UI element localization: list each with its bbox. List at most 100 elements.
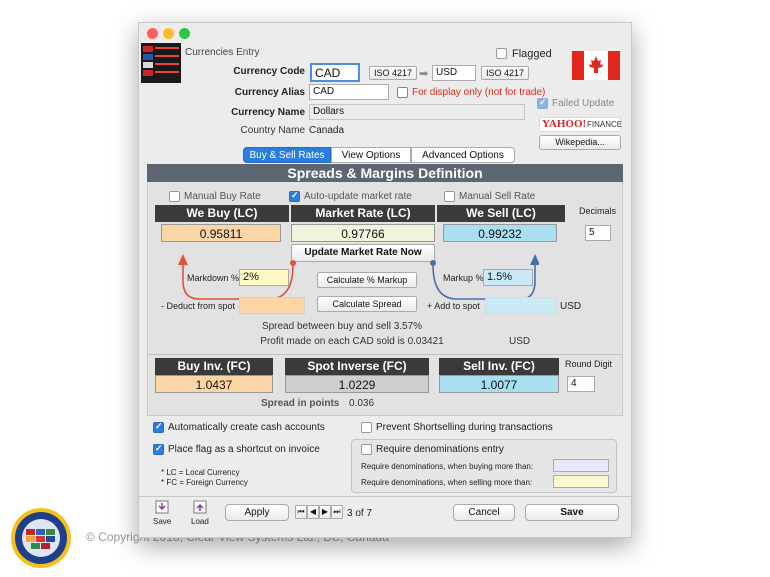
add-to-spot-label: + Add to spot — [427, 301, 480, 311]
footer-divider — [139, 496, 631, 497]
arrow-right-icon: ➡ — [419, 68, 429, 80]
apply-button[interactable]: Apply — [225, 504, 289, 521]
display-only-checkbox[interactable] — [397, 87, 408, 98]
place-flag-label: Place flag as a shortcut on invoice — [168, 444, 320, 455]
iso-4217-button-1[interactable]: ISO 4217 — [369, 66, 417, 80]
previous-record-icon[interactable]: ◀ — [307, 505, 319, 519]
buy-inverse-header: Buy Inv. (FC) — [155, 358, 273, 375]
flagged-label: Flagged — [512, 48, 552, 60]
save-button[interactable]: Save — [525, 504, 619, 521]
spread-points-label: Spread in points — [261, 398, 340, 409]
auto-cash-accounts-checkbox[interactable] — [153, 421, 164, 433]
load-upload-icon[interactable] — [193, 500, 207, 514]
currency-alias-input[interactable]: CAD — [309, 84, 389, 100]
add-to-spot-unit: USD — [560, 301, 582, 312]
wikipedia-button[interactable]: Wikepedia... — [539, 135, 621, 150]
currencies-entry-window: Currencies Entry Flagged Currency Code C… — [138, 22, 632, 538]
denoms-buying-label: Require denominations, when buying more … — [361, 462, 534, 471]
we-sell-value[interactable]: 0.99232 — [443, 224, 557, 242]
yahoo-logo-text: YAHOO! — [542, 118, 587, 130]
profit-text: Profit made on each CAD sold is 0.03421 — [260, 336, 444, 347]
cancel-button[interactable]: Cancel — [453, 504, 515, 521]
window-title: Currencies Entry — [185, 47, 260, 58]
canada-flag-icon[interactable] — [572, 51, 620, 80]
country-name-value: Canada — [309, 125, 345, 136]
calculate-markup-button[interactable]: Calculate % Markup — [317, 272, 417, 288]
prevent-shortselling-checkbox[interactable] — [361, 422, 372, 433]
minimize-window-button[interactable] — [163, 28, 174, 39]
auto-update-checkbox[interactable] — [289, 190, 300, 202]
currency-name-input[interactable]: Dollars — [309, 104, 525, 120]
spread-percentage-text: Spread between buy and sell 3.57% — [261, 321, 423, 332]
market-rate-header: Market Rate (LC) — [291, 205, 435, 222]
we-buy-value[interactable]: 0.95811 — [161, 224, 281, 242]
record-position: 3 of 7 — [347, 508, 373, 519]
load-icon-label: Load — [191, 517, 209, 526]
fc-note: * FC = Foreign Currency — [161, 478, 248, 487]
section-title: Spreads & Margins Definition — [147, 164, 623, 182]
decimals-label: Decimals — [579, 206, 617, 216]
close-window-button[interactable] — [147, 28, 158, 39]
require-denominations-label: Require denominations entry — [376, 444, 504, 455]
deduct-from-spot-input[interactable] — [239, 297, 305, 314]
add-to-spot-input[interactable] — [485, 297, 557, 314]
failed-update-label: Failed Update — [552, 98, 615, 109]
place-flag-checkbox[interactable] — [153, 443, 164, 455]
section-divider — [147, 354, 623, 355]
buy-inverse-value[interactable]: 1.0437 — [155, 375, 273, 393]
last-record-icon[interactable]: ⏭ — [331, 505, 343, 519]
spot-inverse-value[interactable]: 1.0229 — [285, 375, 429, 393]
lc-note: * LC = Local Currency — [161, 468, 240, 477]
round-digit-input[interactable]: 4 — [567, 376, 595, 392]
currency-name-label: Currency Name — [231, 107, 305, 118]
iso-4217-button-2[interactable]: ISO 4217 — [481, 66, 529, 80]
auto-update-label: Auto-update market rate — [304, 191, 412, 202]
currency-board-icon — [141, 43, 181, 83]
flagged-checkbox[interactable] — [496, 48, 507, 59]
denoms-selling-input[interactable] — [553, 475, 609, 488]
next-record-icon[interactable]: ▶ — [319, 505, 331, 519]
markdown-label: Markdown % — [187, 273, 240, 283]
finance-logo-text: FINANCE — [587, 120, 623, 129]
markdown-input[interactable]: 2% — [239, 269, 289, 286]
company-seal-logo — [10, 507, 72, 569]
spot-inverse-header: Spot Inverse (FC) — [285, 358, 429, 375]
profit-unit: USD — [509, 336, 531, 347]
display-only-label: For display only (not for trade) — [412, 87, 546, 98]
markup-input[interactable]: 1.5% — [483, 269, 533, 286]
currency-alias-label: Currency Alias — [234, 87, 305, 98]
currency-code-label: Currency Code — [233, 66, 305, 77]
zoom-window-button[interactable] — [179, 28, 190, 39]
sell-inverse-value[interactable]: 1.0077 — [439, 375, 559, 393]
record-navigator: ⏮ ◀ ▶ ⏭ — [295, 505, 343, 519]
sell-inverse-header: Sell Inv. (FC) — [439, 358, 559, 375]
decimals-input[interactable]: 5 — [585, 225, 611, 241]
round-digit-label: Round Digit — [565, 359, 613, 369]
tab-buy-sell-rates[interactable]: Buy & Sell Rates — [243, 147, 331, 163]
first-record-icon[interactable]: ⏮ — [295, 505, 307, 519]
tab-advanced-options[interactable]: Advanced Options — [411, 147, 515, 163]
denoms-buying-input[interactable] — [553, 459, 609, 472]
country-name-label: Country Name — [240, 125, 305, 136]
calculate-spread-button[interactable]: Calculate Spread — [317, 296, 417, 312]
yahoo-finance-logo[interactable]: YAHOO! FINANCE — [539, 117, 623, 132]
spread-points-value: 0.036 — [349, 398, 375, 409]
base-currency-input[interactable]: USD — [432, 65, 476, 81]
market-rate-value[interactable]: 0.97766 — [291, 224, 435, 242]
tab-view-options[interactable]: View Options — [331, 147, 411, 163]
manual-buy-checkbox[interactable] — [169, 191, 180, 202]
require-denominations-checkbox[interactable] — [361, 444, 372, 455]
failed-update-checkbox[interactable] — [537, 97, 548, 109]
we-sell-header: We Sell (LC) — [437, 205, 565, 222]
markup-label: Markup % — [443, 273, 484, 283]
currency-code-input[interactable]: CAD — [310, 63, 360, 82]
prevent-shortselling-label: Prevent Shortselling during transactions — [376, 422, 553, 433]
title-bar — [139, 23, 631, 43]
deduct-from-spot-label: - Deduct from spot — [161, 301, 236, 311]
save-download-icon[interactable] — [155, 500, 169, 514]
save-icon-label: Save — [153, 517, 172, 526]
manual-sell-checkbox[interactable] — [444, 191, 455, 202]
auto-cash-accounts-label: Automatically create cash accounts — [168, 422, 325, 433]
denoms-selling-label: Require denominations, when selling more… — [361, 478, 533, 487]
we-buy-header: We Buy (LC) — [155, 205, 289, 222]
